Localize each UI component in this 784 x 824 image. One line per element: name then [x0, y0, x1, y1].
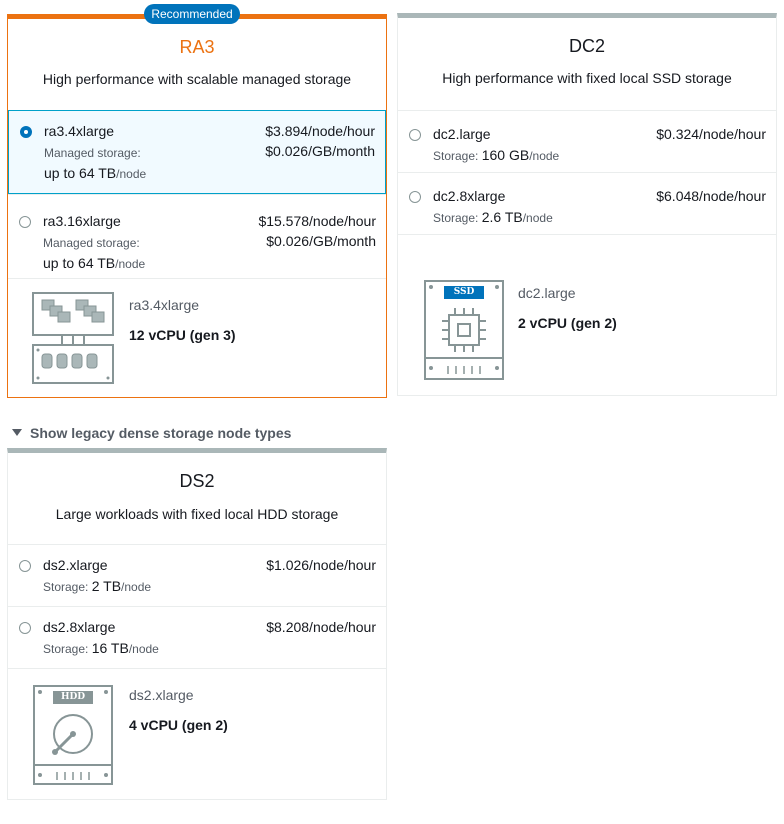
illustration-node-name: dc2.large: [518, 285, 576, 301]
hdd-chip-label: HDD: [53, 691, 93, 704]
dc2-description: High performance with fixed local SSD st…: [442, 70, 732, 86]
illustration-node-name: ds2.xlarge: [129, 687, 194, 703]
ds2-illustration-section: HDD ds2.xlarge 4 vCPU (gen 2): [8, 668, 386, 798]
option-price: $6.048/node/hour: [656, 188, 766, 204]
option-price: $8.208/node/hour: [266, 619, 376, 635]
radio-dc2-8xlarge[interactable]: [409, 191, 421, 203]
radio-ds2-xlarge[interactable]: [19, 560, 31, 572]
show-legacy-toggle[interactable]: Show legacy dense storage node types: [12, 425, 291, 441]
option-ra3-4xlarge[interactable]: ra3.4xlarge $3.894/node/hour Managed sto…: [8, 110, 386, 194]
dc2-title: DC2: [568, 36, 605, 56]
show-legacy-label: Show legacy dense storage node types: [30, 425, 292, 441]
storage-limit: up to 64 TB: [44, 165, 117, 181]
option-name: dc2.large: [433, 126, 491, 142]
option-price: $1.026/node/hour: [266, 557, 376, 573]
option-name: ds2.8xlarge: [43, 619, 116, 635]
storage-unit: /node: [128, 642, 159, 656]
option-price: $0.324/node/hour: [656, 126, 766, 142]
ra3-title: RA3: [179, 37, 215, 57]
storage-value: 16 TB: [91, 640, 129, 656]
ds2-card: DS2 Large workloads with fixed local HDD…: [7, 448, 387, 800]
ra3-description: High performance with scalable managed s…: [42, 71, 352, 87]
storage-label: Storage:: [433, 149, 479, 163]
option-ra3-16xlarge[interactable]: ra3.16xlarge $15.578/node/hour Managed s…: [8, 194, 386, 278]
option-ds2-8xlarge[interactable]: ds2.8xlarge $8.208/node/hour Storage: 16…: [8, 606, 386, 668]
dc2-illustration-section: SSD dc2.large 2 vCPU (gen 2): [398, 234, 776, 394]
hdd-icon: HDD: [33, 685, 113, 785]
ds2-title: DS2: [179, 471, 215, 491]
option-name: ds2.xlarge: [43, 557, 108, 573]
recommended-badge: Recommended: [144, 4, 240, 24]
ds2-description: Large workloads with fixed local HDD sto…: [55, 506, 339, 522]
storage-value: 2.6 TB: [481, 209, 523, 225]
option-name: ra3.16xlarge: [43, 213, 121, 229]
ra3-illustration-section: ra3.4xlarge 12 vCPU (gen 3): [8, 278, 386, 398]
storage-limit: up to 64 TB: [43, 255, 116, 271]
storage-unit: /node: [115, 257, 146, 271]
ra3-card: RA3 High performance with scalable manag…: [7, 14, 387, 398]
caret-down-icon: [12, 429, 22, 436]
option-price: $15.578/node/hour: [258, 213, 376, 229]
radio-dc2-large[interactable]: [409, 129, 421, 141]
illustration-vcpu: 2 vCPU (gen 2): [518, 315, 617, 331]
storage-price: $0.026/GB/month: [266, 233, 376, 249]
storage-unit: /node: [529, 149, 560, 163]
storage-unit: /node: [522, 211, 553, 225]
storage-unit: /node: [116, 167, 147, 181]
option-price: $3.894/node/hour: [265, 123, 375, 139]
radio-ra3-4xlarge[interactable]: [20, 126, 32, 138]
storage-unit: /node: [121, 580, 152, 594]
radio-ra3-16xlarge[interactable]: [19, 216, 31, 228]
illustration-vcpu: 12 vCPU (gen 3): [129, 327, 236, 343]
illustration-vcpu: 4 vCPU (gen 2): [129, 717, 228, 733]
storage-value: 160 GB: [481, 147, 530, 163]
storage-label: Managed storage:: [43, 236, 140, 250]
storage-label: Storage:: [433, 211, 479, 225]
option-ds2-xlarge[interactable]: ds2.xlarge $1.026/node/hour Storage: 2 T…: [8, 544, 386, 606]
storage-label: Storage:: [43, 580, 89, 594]
dc2-card: DC2 High performance with fixed local SS…: [397, 13, 777, 396]
option-name: dc2.8xlarge: [433, 188, 506, 204]
storage-price: $0.026/GB/month: [265, 143, 375, 159]
managed-storage-icon: [32, 292, 114, 384]
storage-value: 2 TB: [91, 578, 122, 594]
option-dc2-large[interactable]: dc2.large $0.324/node/hour Storage: 160 …: [398, 110, 776, 172]
option-name: ra3.4xlarge: [44, 123, 115, 139]
storage-label: Storage:: [43, 642, 89, 656]
illustration-node-name: ra3.4xlarge: [129, 297, 200, 313]
ssd-icon: SSD: [424, 280, 504, 380]
storage-label: Managed storage:: [44, 146, 141, 160]
option-dc2-8xlarge[interactable]: dc2.8xlarge $6.048/node/hour Storage: 2.…: [398, 172, 776, 234]
radio-ds2-8xlarge[interactable]: [19, 622, 31, 634]
ssd-chip-label: SSD: [444, 286, 484, 299]
